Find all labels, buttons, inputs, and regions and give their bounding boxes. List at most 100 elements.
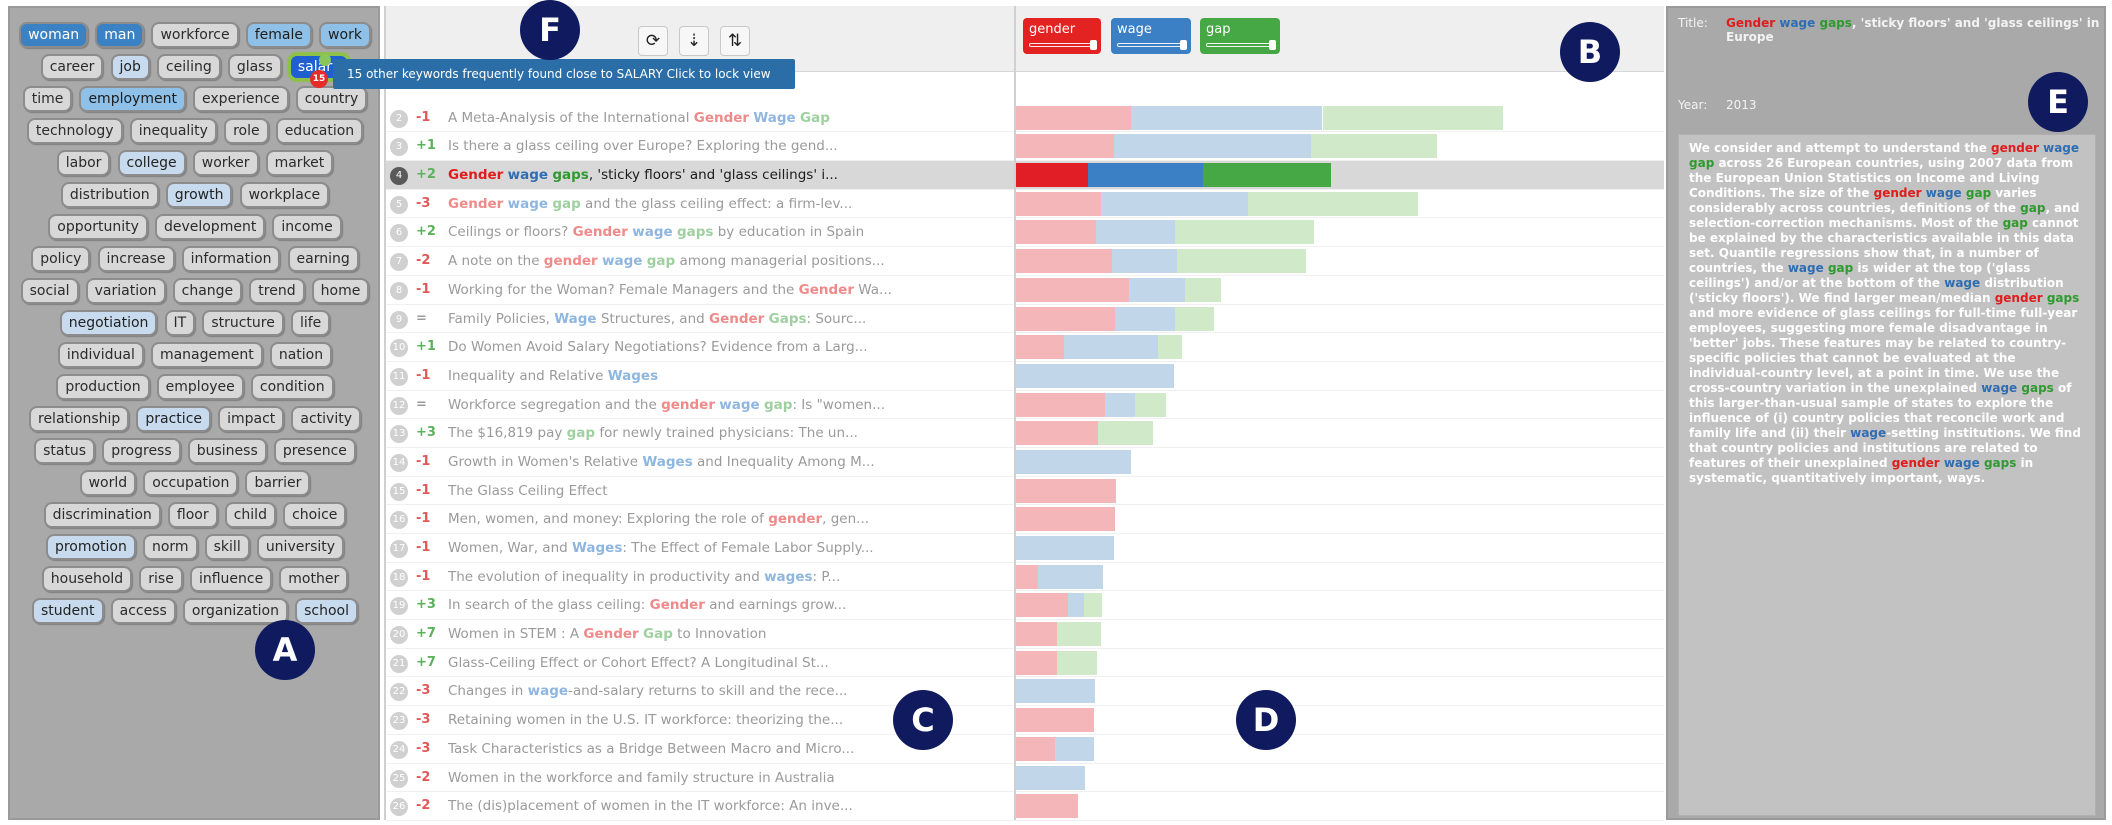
keyword-chip[interactable]: market — [265, 149, 334, 176]
document-row[interactable]: 6 +2 Ceilings or floors? Gender wage gaps … — [386, 218, 1016, 248]
document-row[interactable]: 3 +1 Is there a glass ceiling over Europe?… — [386, 132, 1016, 162]
weight-slider[interactable] — [1117, 43, 1185, 47]
keyword-chip[interactable]: inequality — [129, 117, 217, 144]
relevance-row[interactable] — [1016, 735, 1664, 764]
keyword-chip[interactable]: business — [187, 437, 267, 464]
keyword-chip[interactable]: employment — [79, 85, 186, 112]
document-row[interactable]: 10 +1 Do Women Avoid Salary Negotiations? … — [386, 333, 1016, 362]
document-row[interactable]: 21 +7 Glass-Ceiling Effect or Cohort Effec… — [386, 649, 1016, 678]
keyword-chip[interactable]: student — [32, 597, 104, 624]
relevance-row[interactable] — [1016, 591, 1664, 621]
keyword-chip[interactable]: organization — [182, 597, 288, 624]
keyword-chip[interactable]: discrimination — [43, 501, 161, 528]
keyword-chip[interactable]: increase — [97, 245, 175, 272]
slider-knob[interactable] — [1269, 40, 1276, 50]
keyword-chip[interactable]: variation — [85, 277, 166, 304]
relevance-row[interactable] — [1016, 677, 1664, 707]
keyword-chip[interactable]: promotion — [45, 533, 136, 560]
keyword-chip[interactable]: access — [110, 597, 176, 624]
keyword-chip[interactable]: policy — [31, 245, 91, 272]
keyword-chip[interactable]: ceiling — [156, 53, 221, 80]
keyword-chip[interactable]: man — [95, 21, 145, 48]
keyword-chip[interactable]: rise — [139, 565, 183, 592]
keyword-chip[interactable]: change — [172, 277, 243, 304]
keyword-chip[interactable]: workplace — [239, 181, 330, 208]
relevance-row[interactable] — [1016, 362, 1664, 391]
document-row[interactable]: 12 = Workforce segregation and the gender … — [386, 391, 1016, 420]
relevance-row[interactable] — [1016, 505, 1664, 534]
document-row[interactable]: 16 -1 Men, women, and money: Exploring the… — [386, 505, 1016, 534]
keyword-chip[interactable]: occupation — [143, 469, 239, 496]
relevance-row[interactable] — [1016, 792, 1664, 821]
document-row[interactable]: 9 = Family Policies, Wage Structures, and … — [386, 305, 1016, 334]
keyword-chip[interactable]: employee — [156, 373, 244, 400]
keyword-chip[interactable]: labor — [56, 149, 111, 176]
document-row[interactable]: 18 -1 The evolution of inequality in produ… — [386, 563, 1016, 592]
keyword-chip[interactable]: norm — [142, 533, 198, 560]
keyword-chip[interactable]: opportunity — [48, 213, 148, 240]
relevance-row[interactable] — [1016, 563, 1664, 592]
relevance-row[interactable] — [1016, 391, 1664, 420]
keyword-chip[interactable]: progress — [102, 437, 181, 464]
keyword-chip[interactable]: activity — [291, 405, 361, 432]
relevance-row[interactable] — [1016, 276, 1664, 305]
keyword-chip[interactable]: practice — [136, 405, 211, 432]
keyword-chip[interactable]: income — [272, 213, 342, 240]
document-row[interactable]: 11 -1 Inequality and Relative Wages — [386, 362, 1016, 391]
document-row[interactable]: 5 -3 Gender wage gap and the glass ceiling… — [386, 190, 1016, 219]
keyword-chip[interactable]: world — [79, 469, 137, 496]
keyword-chip[interactable]: choice — [283, 501, 347, 528]
document-row[interactable]: 4 +2 Gender wage gaps, 'sticky floors' and… — [386, 161, 1016, 190]
keyword-chip[interactable]: life — [290, 309, 331, 336]
relevance-row[interactable] — [1016, 534, 1664, 563]
keyword-chip[interactable]: country — [295, 85, 368, 112]
keyword-chip[interactable]: social — [20, 277, 79, 304]
document-row[interactable]: 13 +3 The $16,819 pay gap for newly traine… — [386, 419, 1016, 448]
keyword-chip[interactable]: relationship — [29, 405, 130, 432]
keyword-chip[interactable]: technology — [26, 117, 123, 144]
relevance-row[interactable] — [1016, 419, 1664, 448]
term-chip-gender[interactable]: gender — [1023, 18, 1101, 54]
keyword-chip[interactable]: earning — [287, 245, 359, 272]
keyword-chip[interactable]: education — [275, 117, 364, 144]
keyword-chip[interactable]: glass — [227, 53, 282, 80]
lock-indicator-icon[interactable] — [319, 54, 331, 66]
relevance-row[interactable] — [1016, 132, 1664, 162]
relevance-row[interactable] — [1016, 764, 1664, 793]
keyword-tooltip[interactable]: 15 other keywords frequently found close… — [333, 59, 795, 89]
keyword-chip[interactable]: development — [154, 213, 266, 240]
keyword-chip[interactable]: female — [245, 21, 312, 48]
keyword-chip[interactable]: workforce — [151, 21, 239, 48]
keyword-chip[interactable]: nation — [269, 341, 333, 368]
relevance-row[interactable] — [1016, 305, 1664, 334]
relevance-row[interactable] — [1016, 649, 1664, 678]
relevance-row[interactable] — [1016, 104, 1664, 133]
document-row[interactable]: 19 +3 In search of the glass ceiling: Gend… — [386, 591, 1016, 621]
relevance-row[interactable] — [1016, 706, 1664, 735]
keyword-chip[interactable]: child — [224, 501, 276, 528]
relevance-row[interactable] — [1016, 190, 1664, 219]
relevance-row[interactable] — [1016, 333, 1664, 362]
keyword-chip[interactable]: role — [224, 117, 269, 144]
keyword-chip[interactable]: condition — [250, 373, 334, 400]
keyword-chip[interactable]: information — [181, 245, 281, 272]
document-row[interactable]: 25 -2 Women in the workforce and family st… — [386, 764, 1016, 793]
refresh-button[interactable]: ⟳ — [638, 26, 668, 56]
keyword-chip[interactable]: distribution — [60, 181, 159, 208]
document-row[interactable]: 15 -1 The Glass Ceiling Effect — [386, 477, 1016, 506]
swap-button[interactable]: ⇅ — [720, 26, 750, 56]
document-row[interactable]: 7 -2 A note on the gender wage gap among m… — [386, 247, 1016, 276]
keyword-chip[interactable]: structure — [202, 309, 284, 336]
relevance-row[interactable] — [1016, 477, 1664, 506]
keyword-chip[interactable]: work — [319, 21, 371, 48]
keyword-chip[interactable]: time — [22, 85, 73, 112]
document-row[interactable]: 14 -1 Growth in Women's Relative Wages and… — [386, 448, 1016, 477]
relevance-row[interactable] — [1016, 448, 1664, 477]
keyword-chip[interactable]: barrier — [245, 469, 311, 496]
document-row[interactable]: 17 -1 Women, War, and Wages: The Effect of… — [386, 534, 1016, 563]
keyword-chip[interactable]: status — [34, 437, 96, 464]
weight-slider[interactable] — [1029, 43, 1095, 47]
document-row[interactable]: 20 +7 Women in STEM : A Gender Gap to Inno… — [386, 620, 1016, 649]
relevance-row[interactable] — [1016, 247, 1664, 276]
relevance-row[interactable] — [1016, 161, 1664, 190]
